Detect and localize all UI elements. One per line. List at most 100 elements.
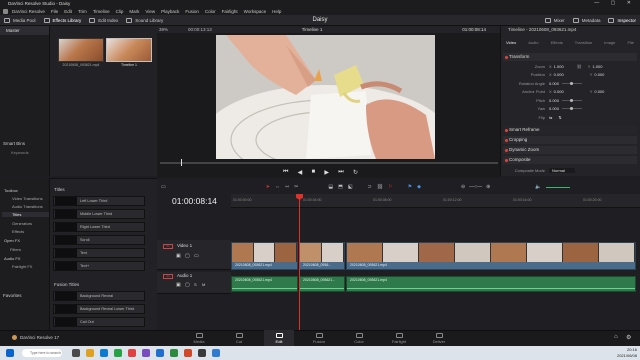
media-pool-button[interactable]: Media Pool	[0, 15, 40, 26]
fx-tree-video-transitions[interactable]: Video Transitions	[12, 196, 43, 201]
viewer-scrubber[interactable]	[160, 162, 498, 164]
rotation-slider[interactable]	[562, 81, 583, 85]
menu-clip[interactable]: Clip	[116, 9, 124, 14]
zoom-y-field[interactable]: 1.000	[592, 64, 602, 69]
viewer-playhead[interactable]	[181, 159, 182, 166]
page-edit[interactable]: Edit	[264, 330, 294, 346]
stop-icon[interactable]: ■	[312, 169, 316, 175]
taskbar-search[interactable]: Type here to search	[22, 349, 62, 357]
lock-track-icon[interactable]: ▣	[176, 282, 181, 288]
window-controls[interactable]: — ▢ ✕	[594, 0, 636, 7]
mute-button[interactable]: M	[202, 282, 205, 287]
tab-effects[interactable]: Effects	[551, 40, 563, 45]
title-middle-lower-third[interactable]: Middle Lower Third	[53, 209, 145, 219]
position-x-field[interactable]: 0.000	[554, 72, 564, 77]
fx-tree-toolbox[interactable]: Toolbox	[4, 188, 18, 193]
excel-icon[interactable]	[170, 349, 178, 357]
video-clip[interactable]: 20210608_0936...	[299, 242, 345, 270]
page-deliver[interactable]: Deliver	[424, 330, 454, 346]
play-icon[interactable]: ▶	[324, 169, 329, 176]
section-dynamic-zoom[interactable]: Dynamic Zoom	[503, 146, 637, 154]
zoom-x-field[interactable]: 1.000	[554, 64, 564, 69]
viewer-zoom[interactable]: 39%	[159, 27, 168, 32]
title-text[interactable]: Text	[53, 248, 145, 258]
clip-thumbnail[interactable]	[58, 38, 104, 62]
flag-icon[interactable]: ⚑	[408, 184, 412, 190]
video-clip[interactable]: 20210608_093621.mp4	[231, 242, 298, 270]
audio-clip[interactable]: 20210608_093621...	[299, 276, 345, 292]
zoom-out-icon[interactable]: ⊖	[461, 184, 465, 190]
menu-timeline[interactable]: Timeline	[93, 9, 110, 14]
selection-tool-icon[interactable]: ➤	[266, 184, 270, 190]
audio-clip[interactable]: 20210608_093621.mp4	[231, 276, 298, 292]
position-y-field[interactable]: 0.000	[594, 72, 604, 77]
solo-button[interactable]: S	[194, 282, 197, 287]
chrome-icon[interactable]	[128, 349, 136, 357]
flip-horizontal-icon[interactable]: ⇆	[549, 115, 552, 120]
smart-bin-keywords[interactable]: Keywords	[11, 150, 29, 155]
insert-clip-icon[interactable]: ⬓	[328, 184, 333, 190]
volume-icon[interactable]: 🔈	[535, 184, 541, 190]
edge-icon[interactable]	[100, 349, 108, 357]
blade-tool-icon[interactable]: ✂	[294, 184, 298, 190]
pitch-slider[interactable]	[562, 98, 583, 102]
inspector-button[interactable]: Inspector	[604, 15, 640, 26]
menu-help[interactable]: Help	[272, 9, 281, 14]
fx-tree-open-fx[interactable]: Open FX	[4, 238, 20, 243]
video-track-header[interactable]: V1 Video 1 ▣ ▢ ▭	[157, 240, 231, 270]
page-fusion[interactable]: Fusion	[304, 330, 334, 346]
page-color[interactable]: Color	[344, 330, 374, 346]
tab-transition[interactable]: Transition	[575, 40, 592, 45]
timeline-ruler[interactable]: 01:00:00:00 01:00:04:00 01:00:08:00 01:0…	[231, 194, 640, 208]
dynamic-trim-icon[interactable]: ⇿	[285, 184, 289, 190]
fx-tree-fairlight-fx[interactable]: Fairlight FX	[12, 264, 32, 269]
fusion-background-reveal[interactable]: Background Reveal	[53, 291, 145, 301]
whatsapp-icon[interactable]	[114, 349, 122, 357]
audio-track-name[interactable]: Audio 1	[177, 273, 192, 278]
menu-edit[interactable]: Edit	[64, 9, 72, 14]
menu-fusion[interactable]: Fusion	[185, 9, 199, 14]
rotation-field[interactable]: 0.000	[549, 81, 559, 86]
auto-select-icon[interactable]: ▢	[185, 253, 190, 259]
tab-audio[interactable]: Audio	[528, 40, 538, 45]
menu-playback[interactable]: Playback	[161, 9, 179, 14]
app-icon[interactable]	[142, 349, 150, 357]
go-to-end-icon[interactable]: ⏭	[338, 169, 343, 176]
auto-select-icon[interactable]: ▢	[185, 282, 190, 288]
fx-tree-effects[interactable]: Effects	[12, 229, 24, 234]
page-media[interactable]: Media	[184, 330, 214, 346]
position-lock-icon[interactable]: ⚐	[388, 184, 392, 190]
timeline-thumbnail[interactable]	[106, 38, 152, 62]
mail-icon[interactable]	[212, 349, 220, 357]
menu-mark[interactable]: Mark	[129, 9, 139, 14]
section-transform[interactable]: Transform	[503, 53, 637, 61]
loop-icon[interactable]: ↻	[353, 169, 358, 176]
tab-file[interactable]: File	[627, 40, 633, 45]
audio-track-header[interactable]: A1 Audio 1 ▣ ▢ S M	[157, 272, 231, 294]
sound-library-button[interactable]: Sound Library	[122, 15, 167, 26]
section-cropping[interactable]: Cropping	[503, 136, 637, 144]
section-composite[interactable]: Composite	[503, 156, 637, 164]
menu-trim[interactable]: Trim	[78, 9, 87, 14]
task-view-icon[interactable]	[72, 349, 80, 357]
fx-tree-titles[interactable]: Titles	[2, 212, 49, 217]
volume-slider[interactable]	[545, 186, 570, 188]
overwrite-clip-icon[interactable]: ⬒	[338, 184, 343, 190]
fusion-background-reveal-lower-third[interactable]: Background Reveal Lower Third	[53, 304, 145, 314]
composite-mode-select[interactable]: Normal	[549, 168, 575, 173]
menu-workspace[interactable]: Workspace	[244, 9, 266, 14]
snapping-icon[interactable]: ⊃	[368, 184, 372, 190]
trim-tool-icon[interactable]: ⇔	[275, 184, 280, 190]
metadata-button[interactable]: Metadata	[569, 15, 605, 26]
yaw-slider[interactable]	[562, 106, 583, 110]
title-left-lower-third[interactable]: Left Lower Third	[53, 196, 145, 206]
disable-track-icon[interactable]: ▭	[194, 253, 199, 259]
link-icon[interactable]: ⛓	[577, 64, 582, 69]
timeline-playhead-line[interactable]	[299, 196, 300, 330]
menu-color[interactable]: Color	[205, 9, 216, 14]
mixer-button[interactable]: Mixer	[541, 15, 569, 26]
fx-tree-generators[interactable]: Generators	[12, 221, 32, 226]
effects-library-button[interactable]: Effects Library	[40, 15, 86, 26]
menu-fairlight[interactable]: Fairlight	[222, 9, 238, 14]
powerpoint-icon[interactable]	[184, 349, 192, 357]
